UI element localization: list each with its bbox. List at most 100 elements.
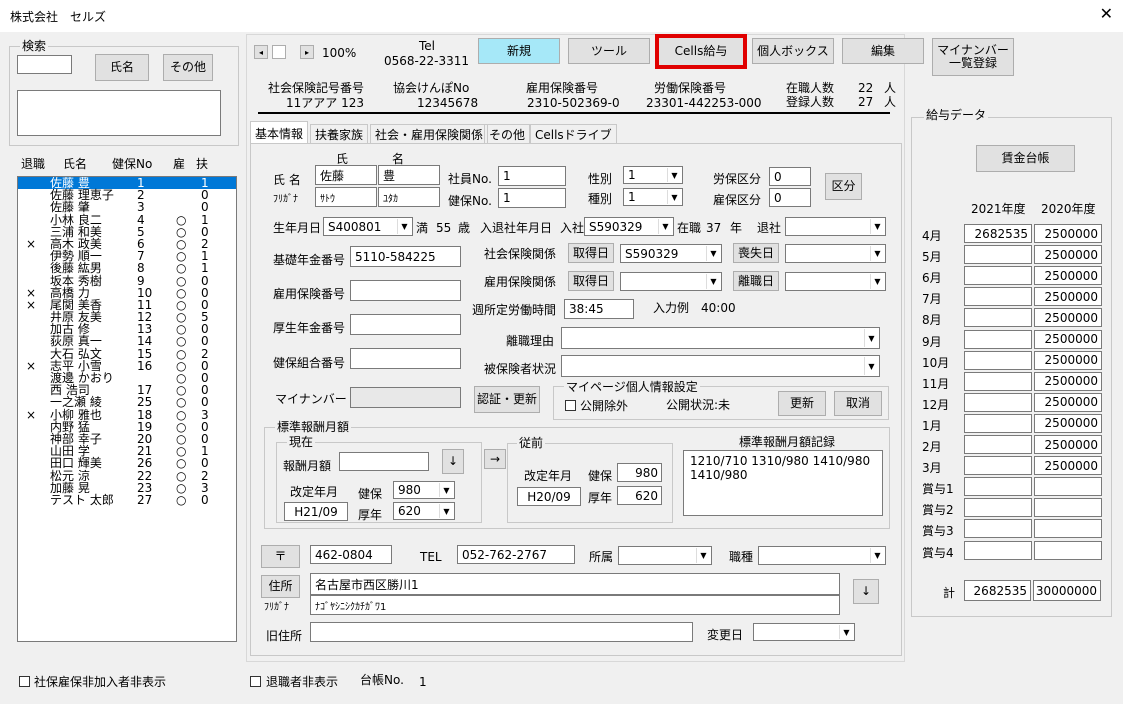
cells-kyuyo-button[interactable]: Cells給与 (655, 34, 747, 69)
employee-row[interactable]: × 小柳 雅也 18 ○ 3 (18, 409, 236, 421)
taisha-dropdown[interactable]: ▼ (785, 217, 886, 236)
shokushu-dropdown[interactable]: ▼ (758, 546, 886, 565)
employee-row[interactable]: 佐藤 肇 3 0 (18, 201, 236, 213)
zip-button[interactable]: 〒 (261, 545, 300, 568)
tab-basic[interactable]: 基本情報 (250, 121, 309, 144)
salary-2020-field[interactable]: 2500000 (1034, 435, 1102, 454)
juzen-kosei-field[interactable]: 620 (617, 486, 662, 505)
new-button[interactable]: 新規 (478, 38, 560, 64)
salary-2021-field[interactable] (964, 371, 1032, 391)
kosei-field[interactable] (350, 314, 461, 335)
hide-unenrolled-checkbox[interactable] (19, 676, 30, 687)
mypage-cancel-button[interactable]: 取消 (834, 391, 882, 416)
copy-to-juzen-button[interactable]: → (484, 449, 506, 469)
employee-row[interactable]: 坂本 秀樹 9 ○ 0 (18, 275, 236, 287)
kumiai-field[interactable] (350, 348, 461, 369)
scroll-left-button[interactable]: ◂ (254, 45, 268, 59)
sex-dropdown[interactable]: 1 ▼ (623, 166, 683, 184)
salary-2020-field[interactable]: 2500000 (1034, 308, 1102, 328)
kenpo-grade-dropdown[interactable]: 980 ▼ (393, 481, 455, 499)
roudou-field[interactable]: 38:45 (564, 299, 634, 319)
salary-2021-field[interactable] (964, 392, 1032, 412)
kubun-button[interactable]: 区分 (825, 173, 862, 200)
employee-list[interactable]: 佐藤 豊 1 1 佐藤 理恵子 2 0 佐藤 肇 3 0 小林 良二 4 ○ 1 三浦 和美 5 ○ 0 × 高木 … (17, 176, 237, 642)
search-name-button[interactable]: 氏名 (95, 54, 149, 81)
salary-2020-field[interactable]: 2500000 (1034, 287, 1102, 307)
salary-2021-field[interactable] (964, 456, 1032, 476)
ninsho-button[interactable]: 認証・更新 (474, 386, 540, 413)
shaho-shutoku-button[interactable]: 取得日 (568, 243, 614, 263)
shozoku-dropdown[interactable]: ▼ (618, 546, 712, 565)
employee-row[interactable]: 一之瀬 綾 25 ○ 0 (18, 396, 236, 408)
tab-cells-drive[interactable]: Cellsドライブ (530, 124, 617, 144)
employee-row[interactable]: 松元 涼 22 ○ 2 (18, 470, 236, 482)
salary-2021-field[interactable] (964, 435, 1032, 454)
salary-2020-field[interactable]: 2500000 (1034, 413, 1102, 433)
hihoken-dropdown[interactable]: ▼ (561, 355, 880, 377)
kiroku-list[interactable]: 1210/710 1310/980 1410/980 1410/980 (683, 450, 883, 516)
salary-2021-field[interactable] (964, 245, 1032, 265)
koyo-shutoku-button[interactable]: 取得日 (568, 271, 614, 291)
koyo-no-field[interactable] (350, 280, 461, 301)
salary-2021-field[interactable] (964, 477, 1032, 497)
rishoku-button[interactable]: 離職日 (733, 271, 779, 291)
kenpo-no-field[interactable]: 1 (498, 188, 566, 208)
rishoku-dropdown[interactable]: ▼ (785, 272, 886, 291)
employee-row[interactable]: 小林 良二 4 ○ 1 (18, 214, 236, 226)
address-down-button[interactable]: ↓ (853, 579, 879, 604)
salary-2020-field[interactable]: 2500000 (1034, 245, 1102, 265)
birth-dropdown[interactable]: S400801 ▼ (323, 217, 413, 236)
salary-2021-field[interactable] (964, 287, 1032, 307)
change-date-dropdown[interactable]: ▼ (753, 623, 855, 641)
mypage-update-button[interactable]: 更新 (778, 391, 826, 416)
salary-2021-field[interactable]: 2682535 (964, 224, 1032, 243)
tab-dependents[interactable]: 扶養家族 (310, 124, 369, 144)
juzen-kaitei-field[interactable]: H20/09 (517, 487, 581, 506)
salary-2020-field[interactable] (1034, 477, 1102, 497)
scroll-right-button[interactable]: ▸ (300, 45, 314, 59)
employee-row[interactable]: 後藤 紘男 8 ○ 1 (18, 262, 236, 274)
salary-2020-field[interactable]: 2500000 (1034, 350, 1102, 370)
personal-box-button[interactable]: 個人ボックス (752, 38, 834, 64)
search-other-button[interactable]: その他 (163, 54, 213, 81)
total-2021-field[interactable]: 2682535 (964, 580, 1031, 601)
salary-2021-field[interactable] (964, 350, 1032, 370)
rishoku-riyu-dropdown[interactable]: ▼ (561, 327, 880, 349)
address-button[interactable]: 住所 (261, 575, 300, 598)
salary-2021-field[interactable] (964, 498, 1032, 518)
employee-row[interactable]: テスト 太郎 27 ○ 0 (18, 494, 236, 506)
soshitsu-button[interactable]: 喪失日 (733, 243, 779, 263)
salary-2021-field[interactable] (964, 308, 1032, 328)
address-kana-field[interactable]: ﾅｺﾞﾔｼﾆｼｸｶﾁｶﾞﾜ1 (310, 595, 840, 615)
hoshu-field[interactable] (339, 452, 429, 471)
kosei-grade-dropdown[interactable]: 620 ▼ (393, 502, 455, 520)
salary-2020-field[interactable]: 2500000 (1034, 329, 1102, 349)
zip-field[interactable]: 462-0804 (310, 545, 392, 564)
shaho-shutoku-dropdown[interactable]: S590329 ▼ (620, 244, 722, 263)
salary-2021-field[interactable] (964, 413, 1032, 433)
salary-2021-field[interactable] (964, 266, 1032, 286)
salary-2020-field[interactable] (1034, 519, 1102, 539)
search-input[interactable] (17, 55, 72, 74)
wage-ledger-button[interactable]: 賃金台帳 (976, 145, 1075, 172)
close-icon[interactable]: ✕ (1100, 4, 1113, 23)
tab-insurance[interactable]: 社会・雇用保険関係 (370, 124, 489, 144)
search-result-box[interactable] (17, 90, 221, 136)
emp-no-field[interactable]: 1 (498, 166, 566, 186)
tools-button[interactable]: ツール (568, 38, 650, 64)
salary-2021-field[interactable] (964, 540, 1032, 560)
old-address-field[interactable] (310, 622, 693, 642)
kiso-field[interactable]: 5110-584225 (350, 246, 461, 267)
koyo-kubun-field[interactable]: 0 (769, 188, 811, 207)
nyusha-dropdown[interactable]: S590329 ▼ (584, 217, 674, 236)
salary-2020-field[interactable]: 2500000 (1034, 456, 1102, 476)
salary-2020-field[interactable]: 2500000 (1034, 266, 1102, 286)
employee-row[interactable]: 荻原 真一 14 ○ 0 (18, 335, 236, 347)
salary-2020-field[interactable]: 2500000 (1034, 392, 1102, 412)
salary-2020-field[interactable]: 2500000 (1034, 224, 1102, 243)
address-field[interactable]: 名古屋市西区勝川1 (310, 573, 840, 595)
scroll-thumb[interactable] (272, 45, 286, 59)
salary-2021-field[interactable] (964, 329, 1032, 349)
total-2020-field[interactable]: 30000000 (1033, 580, 1101, 601)
mynumber-field[interactable] (350, 387, 461, 408)
